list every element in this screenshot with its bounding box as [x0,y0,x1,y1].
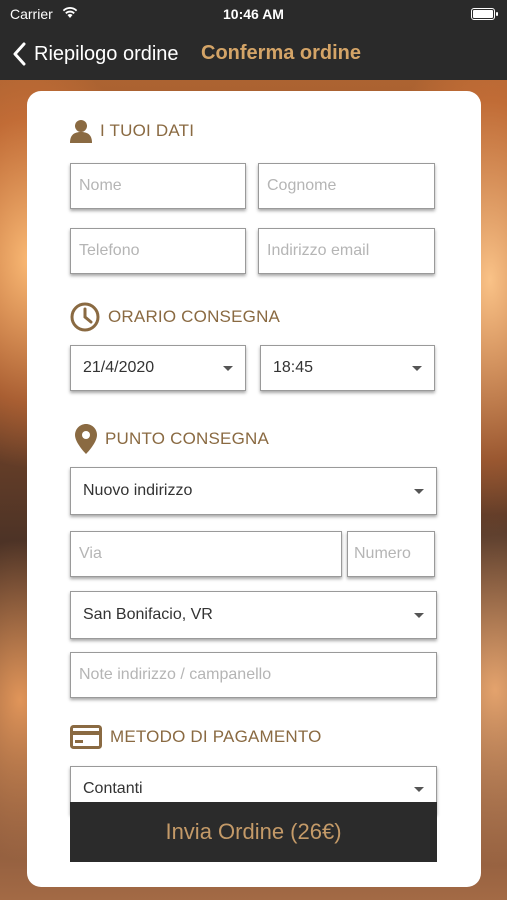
time-select[interactable]: 18:45 [260,345,435,391]
status-time: 10:46 AM [223,6,284,22]
chevron-left-icon [13,42,26,66]
chevron-down-icon [414,488,424,494]
address-select-value: Nuovo indirizzo [83,482,193,499]
section-delivery-point: PUNTO CONSEGNA [75,424,269,454]
section-personal-data: I TUOI DATI [70,119,194,143]
date-select[interactable]: 21/4/2020 [70,345,246,391]
credit-card-icon [70,725,102,749]
nome-field[interactable] [70,163,246,209]
email-field[interactable] [258,228,435,274]
user-icon [70,120,92,143]
address-select[interactable]: Nuovo indirizzo [70,467,437,515]
section-personal-title: I TUOI DATI [100,121,195,140]
chevron-down-icon [223,365,233,371]
navigation-bar: Riepilogo ordine Conferma ordine [0,28,507,80]
cognome-input[interactable] [267,164,426,208]
chevron-down-icon [414,787,424,792]
notes-field[interactable] [70,652,437,698]
submit-order-button[interactable]: Invia Ordine (26€) [70,802,437,862]
back-button-label: Riepilogo ordine [34,42,179,65]
location-pin-icon [75,424,97,454]
back-button[interactable]: Riepilogo ordine [12,40,179,68]
section-payment-title: METODO DI PAGAMENTO [110,727,322,746]
section-delivery-time: ORARIO CONSEGNA [70,302,280,332]
nome-input[interactable] [79,164,237,208]
section-delivery-time-title: ORARIO CONSEGNA [108,307,281,326]
chevron-down-icon [414,612,424,618]
numero-field[interactable] [347,531,435,577]
time-value: 18:45 [273,359,314,376]
via-input[interactable] [79,532,333,576]
numero-input[interactable] [354,532,428,576]
via-field[interactable] [70,531,342,577]
order-form-card: I TUOI DATI ORARIO CONSEGNA 21/4/2020 18… [27,91,481,887]
cognome-field[interactable] [258,163,435,209]
telefono-field[interactable] [70,228,246,274]
clock-icon [70,302,100,332]
status-bar: Carrier 10:46 AM [0,0,507,28]
page-title: Conferma ordine [201,42,362,64]
battery-icon [471,8,498,20]
telefono-input[interactable] [79,229,237,273]
section-payment: METODO DI PAGAMENTO [70,725,322,749]
submit-order-label: Invia Ordine (26€) [165,819,342,844]
city-select[interactable]: San Bonifacio, VR [70,591,437,639]
chevron-down-icon [412,365,422,371]
notes-input[interactable] [79,653,428,697]
city-select-value: San Bonifacio, VR [83,606,213,623]
email-input[interactable] [267,229,426,273]
section-delivery-point-title: PUNTO CONSEGNA [105,429,270,448]
payment-select-value: Contanti [83,780,143,797]
date-value: 21/4/2020 [83,359,155,376]
